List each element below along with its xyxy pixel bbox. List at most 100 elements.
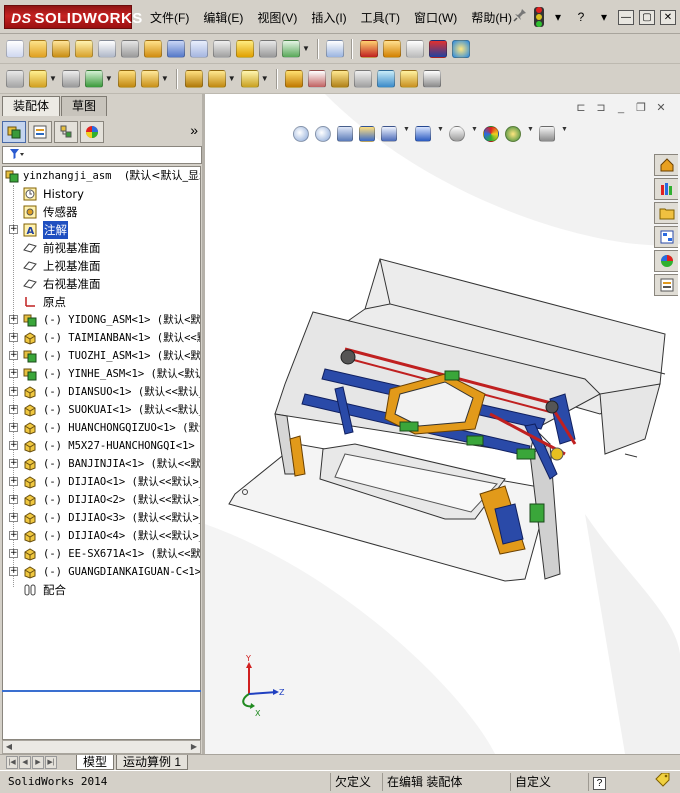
explode-line-sketch-icon[interactable] (353, 69, 372, 88)
design-checker-icon[interactable] (359, 39, 378, 58)
tree-item[interactable]: 传感器 (3, 203, 200, 221)
expand-plus-icon[interactable]: + (9, 369, 18, 378)
file-explorer-icon[interactable] (654, 202, 678, 224)
tree-item[interactable]: + (-) YINHE_ASM<1> (默认<默认_ (3, 365, 200, 383)
assembly-features-icon[interactable] (207, 69, 226, 88)
insert-component-icon[interactable] (29, 69, 47, 88)
bom-icon[interactable] (325, 39, 344, 58)
expand-plus-icon[interactable]: + (9, 441, 18, 450)
edit-component-icon[interactable] (6, 69, 24, 88)
filter-funnel-icon[interactable] (9, 148, 25, 163)
tree-item[interactable]: + (-) TAIMIANBAN<1> (默认<<默 (3, 329, 200, 347)
tree-item[interactable]: + (-) SUOKUAI<1> (默认<<默认_ (3, 401, 200, 419)
expand-plus-icon[interactable]: + (9, 387, 18, 396)
expand-plus-icon[interactable]: + (9, 351, 18, 360)
thickness-analysis-icon[interactable] (259, 39, 277, 58)
feature-manager-tab[interactable] (2, 121, 26, 143)
dropdown-arrow-icon[interactable]: ▼ (261, 74, 269, 83)
tree-item[interactable]: + (-) DIJIAO<3> (默认<<默认>_ (3, 509, 200, 527)
reference-geometry-icon[interactable] (240, 69, 259, 88)
menu-insert[interactable]: 插入(I) (311, 9, 346, 27)
help-dropdown-icon[interactable]: ▾ (595, 8, 613, 26)
tree-item[interactable]: + (-) EE-SX671A<1> (默认<<默认 (3, 545, 200, 563)
menu-edit[interactable]: 编辑(E) (203, 9, 243, 27)
expand-plus-icon[interactable]: + (9, 333, 18, 342)
dropdown-arrow-icon[interactable]: ▼ (228, 74, 236, 83)
tab-motion-study-1[interactable]: 运动算例 1 (116, 755, 189, 770)
dropdown-arrow-icon[interactable]: ▼ (49, 74, 57, 83)
expand-plus-icon[interactable]: + (9, 477, 18, 486)
property-manager-tab[interactable] (28, 121, 52, 143)
restore-button[interactable]: ▢ (639, 9, 655, 25)
tree-item[interactable]: + (-) YIDONG_ASM<1> (默认<默认 (3, 311, 200, 329)
configuration-manager-tab[interactable] (54, 121, 78, 143)
expand-plus-icon[interactable]: + (9, 495, 18, 504)
check-icon[interactable] (98, 39, 116, 58)
expand-plus-icon[interactable]: + (9, 225, 18, 234)
sustainability-icon[interactable] (405, 39, 424, 58)
minimize-button[interactable]: — (618, 9, 634, 25)
more-tabs-chevron-icon[interactable]: » (190, 122, 198, 138)
mate-icon[interactable] (61, 69, 80, 88)
menu-help[interactable]: 帮助(H) (471, 9, 512, 27)
simulation-icon[interactable] (428, 39, 447, 58)
tree-item[interactable]: + (-) HUANCHONGQIZUO<1> (默认 (3, 419, 200, 437)
tab-sketch[interactable]: 草图 (61, 96, 108, 116)
display-manager-tab[interactable] (80, 121, 104, 143)
scroll-right-arrow-icon[interactable]: ▶ (188, 741, 200, 753)
tree-item[interactable]: + (-) GUANGDIANKAIGUAN-C<1> (3, 563, 200, 581)
expand-plus-icon[interactable]: + (9, 459, 18, 468)
menu-view[interactable]: 视图(V) (257, 9, 297, 27)
exploded-view-icon[interactable] (330, 69, 349, 88)
tree-item[interactable]: + (-) BANJINJIA<1> (默认<<默认 (3, 455, 200, 473)
status-help-icon[interactable]: ? (588, 773, 610, 791)
interference-detection-icon[interactable] (376, 69, 395, 88)
tree-item[interactable]: 右视基准面 (3, 275, 200, 293)
units-custom[interactable]: 自定义 (510, 773, 586, 791)
expand-plus-icon[interactable]: + (9, 513, 18, 522)
expand-plus-icon[interactable]: + (9, 315, 18, 324)
tree-item[interactable]: + (-) M5X27-HUANCHONGQI<1> ( (3, 437, 200, 455)
expand-plus-icon[interactable]: + (9, 549, 18, 558)
dropdown-arrow-icon[interactable]: ▼ (161, 74, 169, 83)
menu-file[interactable]: 文件(F) (150, 9, 189, 27)
costing-icon[interactable] (382, 39, 401, 58)
warning-icon[interactable] (236, 39, 254, 58)
appearances-scenes-icon[interactable] (654, 250, 678, 272)
view-palette-icon[interactable] (654, 226, 678, 248)
feature-tree-filter[interactable] (2, 146, 202, 164)
clearance-verification-icon[interactable] (399, 69, 418, 88)
close-button[interactable]: ✕ (660, 9, 676, 25)
tree-item[interactable]: 配合 (3, 581, 200, 599)
expand-plus-icon[interactable]: + (9, 567, 18, 576)
equations-sigma-icon[interactable] (190, 39, 208, 58)
move-component-icon[interactable] (140, 69, 159, 88)
linear-pattern-icon[interactable] (84, 69, 103, 88)
expand-plus-icon[interactable]: + (9, 405, 18, 414)
help-icon[interactable]: ? (572, 8, 590, 26)
tree-item[interactable]: + A 注解 (3, 221, 200, 239)
tree-item[interactable]: 原点 (3, 293, 200, 311)
next-tab-arrow-icon[interactable]: ▶ (32, 756, 44, 769)
menu-window[interactable]: 窗口(W) (414, 9, 457, 27)
expand-plus-icon[interactable]: + (9, 531, 18, 540)
custom-properties-icon[interactable] (654, 274, 678, 296)
tree-item[interactable]: + (-) DIANSUO<1> (默认<<默认_ (3, 383, 200, 401)
first-tab-arrow-icon[interactable]: |◀ (6, 756, 18, 769)
design-library-icon[interactable] (654, 178, 678, 200)
expand-plus-icon[interactable]: + (9, 423, 18, 432)
tree-root-node[interactable]: yinzhangji_asm (默认<默认_显示 (3, 167, 200, 185)
dropdown-arrow-icon[interactable]: ▾ (549, 8, 567, 26)
prev-tab-arrow-icon[interactable]: ◀ (19, 756, 31, 769)
pin-icon[interactable] (511, 8, 529, 26)
section-properties-icon[interactable] (75, 39, 93, 58)
rebuild-traffic-light-icon[interactable] (534, 7, 544, 27)
tree-item[interactable]: + (-) DIJIAO<2> (默认<<默认>_ (3, 491, 200, 509)
mass-properties-icon[interactable] (52, 39, 70, 58)
tab-model[interactable]: 模型 (76, 755, 115, 770)
geometry-analysis-icon[interactable] (121, 39, 139, 58)
tree-item[interactable]: + (-) DIJIAO<1> (默认<<默认>_ (3, 473, 200, 491)
show-hidden-components-icon[interactable] (184, 69, 203, 88)
tree-horizontal-scrollbar[interactable]: ◀ ▶ (2, 740, 201, 754)
symmetry-check-icon[interactable] (282, 39, 300, 58)
